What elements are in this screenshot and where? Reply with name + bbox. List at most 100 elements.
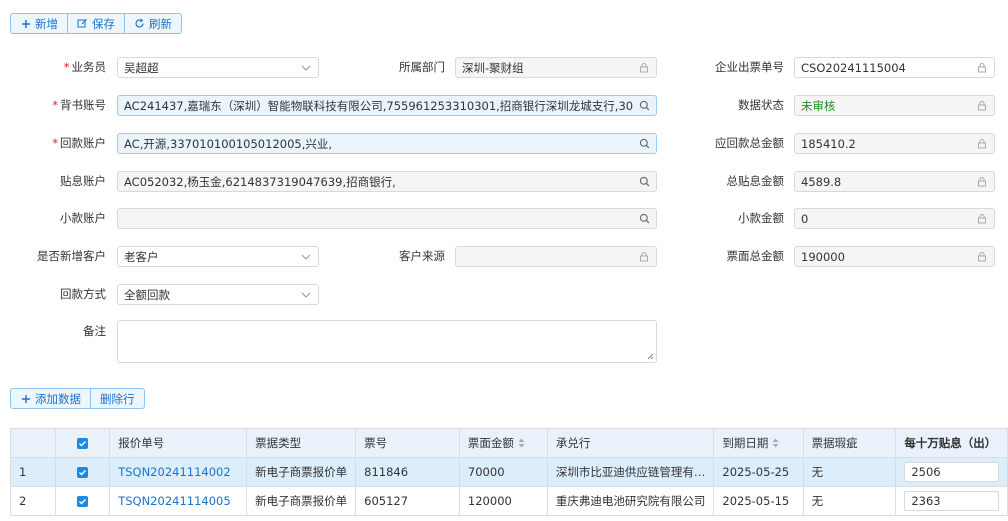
- add-data-button[interactable]: 添加数据: [11, 389, 90, 408]
- discount-total-field: 4589.8: [794, 171, 995, 192]
- customer-source-field: [455, 246, 657, 267]
- lock-icon: [976, 62, 988, 74]
- new-customer-label: 是否新增客户: [37, 249, 106, 263]
- sort-icon[interactable]: [518, 437, 525, 451]
- table-header-row: 报价单号 票据类型 票号 票面金额 承兑行 到期日期 票据瑕疵 每十万贴息（出）: [10, 428, 1008, 458]
- plus-icon: [20, 393, 31, 404]
- cell-ticket-no: 605127: [355, 486, 460, 516]
- column-header[interactable]: 每十万贴息（出）: [895, 428, 1008, 458]
- repay-account-field[interactable]: AC,开源,337010100105012005,兴业,: [117, 133, 657, 154]
- plus-icon: [20, 18, 31, 29]
- repay-method-label: 回款方式: [60, 287, 106, 301]
- lock-icon: [976, 100, 988, 112]
- discount-total-label: 总贴息金额: [726, 174, 785, 188]
- discount-account-label: 贴息账户: [60, 174, 106, 188]
- cell-rate: 2506: [895, 457, 1008, 487]
- chevron-down-icon: [300, 62, 312, 74]
- edit-icon: [77, 18, 88, 29]
- data-status-field: 未审核: [794, 95, 995, 116]
- lock-icon: [638, 62, 650, 74]
- column-header[interactable]: 票据瑕疵: [802, 428, 897, 458]
- delete-row-button[interactable]: 删除行: [90, 389, 144, 408]
- quote-table: 报价单号 票据类型 票号 票面金额 承兑行 到期日期 票据瑕疵 每十万贴息（出）…: [10, 428, 1008, 516]
- column-header-due[interactable]: 到期日期: [713, 428, 804, 458]
- small-account-field[interactable]: [117, 208, 657, 229]
- cell-type: 新电子商票报价单: [246, 486, 357, 516]
- cell-due: 2025-05-15: [713, 486, 804, 516]
- salesperson-select[interactable]: 吴超超: [117, 57, 319, 78]
- repay-account-label: * 回款账户: [52, 136, 106, 150]
- small-account-label: 小款账户: [60, 211, 106, 225]
- refresh-button[interactable]: 刷新: [124, 14, 181, 33]
- department-label: 所属部门: [399, 60, 445, 74]
- cell-bank: 重庆弗迪电池研究院有限公司: [546, 486, 715, 516]
- column-header-amount[interactable]: 票面金额: [458, 428, 548, 458]
- cell-bank: 深圳市比亚迪供应链管理有…: [546, 457, 715, 487]
- search-icon[interactable]: [638, 100, 650, 112]
- face-total-label: 票面总金额: [726, 249, 785, 263]
- chevron-down-icon: [300, 251, 312, 263]
- select-all-header[interactable]: [54, 428, 111, 458]
- lock-icon: [976, 251, 988, 263]
- discount-account-field[interactable]: AC052032,杨玉金,6214837319047639,招商银行,: [117, 171, 657, 192]
- row-checkbox[interactable]: [54, 486, 111, 516]
- repay-total-field: 185410.2: [794, 133, 995, 154]
- cell-amount: 120000: [458, 486, 548, 516]
- endorse-account-field[interactable]: AC241437,嘉瑞东（深圳）智能物联科技有限公司,7559612533103…: [117, 95, 657, 116]
- main-toolbar: 新增 保存 刷新: [10, 13, 182, 34]
- cell-due: 2025-05-25: [713, 457, 804, 487]
- column-header[interactable]: 票号: [355, 428, 460, 458]
- column-header[interactable]: 报价单号: [109, 428, 248, 458]
- remark-label: 备注: [83, 324, 106, 338]
- cell-amount: 70000: [458, 457, 548, 487]
- sort-icon[interactable]: [772, 437, 779, 451]
- endorse-account-label: * 背书账号: [52, 98, 106, 112]
- customer-source-label: 客户来源: [399, 249, 445, 263]
- save-button-label: 保存: [92, 16, 115, 31]
- data-status-label: 数据状态: [738, 98, 784, 112]
- table-row[interactable]: 2 TSQN20241114005 新电子商票报价单 605127 120000…: [10, 486, 1008, 516]
- resize-handle-icon[interactable]: [646, 352, 654, 360]
- repay-total-label: 应回款总金额: [715, 136, 784, 150]
- salesperson-label: * 业务员: [63, 60, 106, 74]
- invoice-no-field: CSO20241115004: [794, 57, 995, 78]
- column-header[interactable]: 承兑行: [546, 428, 715, 458]
- rate-input[interactable]: 2363: [904, 491, 999, 511]
- table-toolbar: 添加数据 删除行: [10, 388, 145, 409]
- search-icon[interactable]: [638, 176, 650, 188]
- refresh-icon: [134, 18, 145, 29]
- cell-rate: 2363: [895, 486, 1008, 516]
- chevron-down-icon: [300, 289, 312, 301]
- search-icon[interactable]: [638, 213, 650, 225]
- lock-icon: [976, 138, 988, 150]
- checkbox-icon[interactable]: [77, 438, 89, 449]
- add-data-label: 添加数据: [35, 391, 81, 406]
- cell-ticket-no: 811846: [355, 457, 460, 487]
- cell-flaw: 无: [802, 486, 897, 516]
- add-button[interactable]: 新增: [11, 14, 67, 33]
- cell-flaw: 无: [802, 457, 897, 487]
- column-header[interactable]: 票据类型: [246, 428, 357, 458]
- table-row[interactable]: 1 TSQN20241114002 新电子商票报价单 811846 70000 …: [10, 457, 1008, 487]
- checkbox-icon[interactable]: [77, 496, 89, 507]
- remark-textarea[interactable]: [117, 320, 657, 363]
- refresh-button-label: 刷新: [149, 16, 172, 31]
- index-header: [10, 428, 56, 458]
- new-customer-select[interactable]: 老客户: [117, 246, 319, 267]
- lock-icon: [976, 176, 988, 188]
- lock-icon: [976, 213, 988, 225]
- rate-input[interactable]: 2506: [904, 462, 999, 482]
- quote-no-link[interactable]: TSQN20241114002: [109, 457, 248, 487]
- lock-icon: [638, 251, 650, 263]
- row-checkbox[interactable]: [54, 457, 111, 487]
- add-button-label: 新增: [35, 16, 58, 31]
- department-field: 深圳-聚财组: [455, 57, 657, 78]
- checkbox-icon[interactable]: [77, 467, 89, 478]
- small-amount-label: 小款金额: [738, 211, 784, 225]
- save-button[interactable]: 保存: [67, 14, 124, 33]
- face-total-field: 190000: [794, 246, 995, 267]
- search-icon[interactable]: [638, 138, 650, 150]
- row-index: 1: [10, 457, 56, 487]
- repay-method-select[interactable]: 全额回款: [117, 284, 319, 305]
- quote-no-link[interactable]: TSQN20241114005: [109, 486, 248, 516]
